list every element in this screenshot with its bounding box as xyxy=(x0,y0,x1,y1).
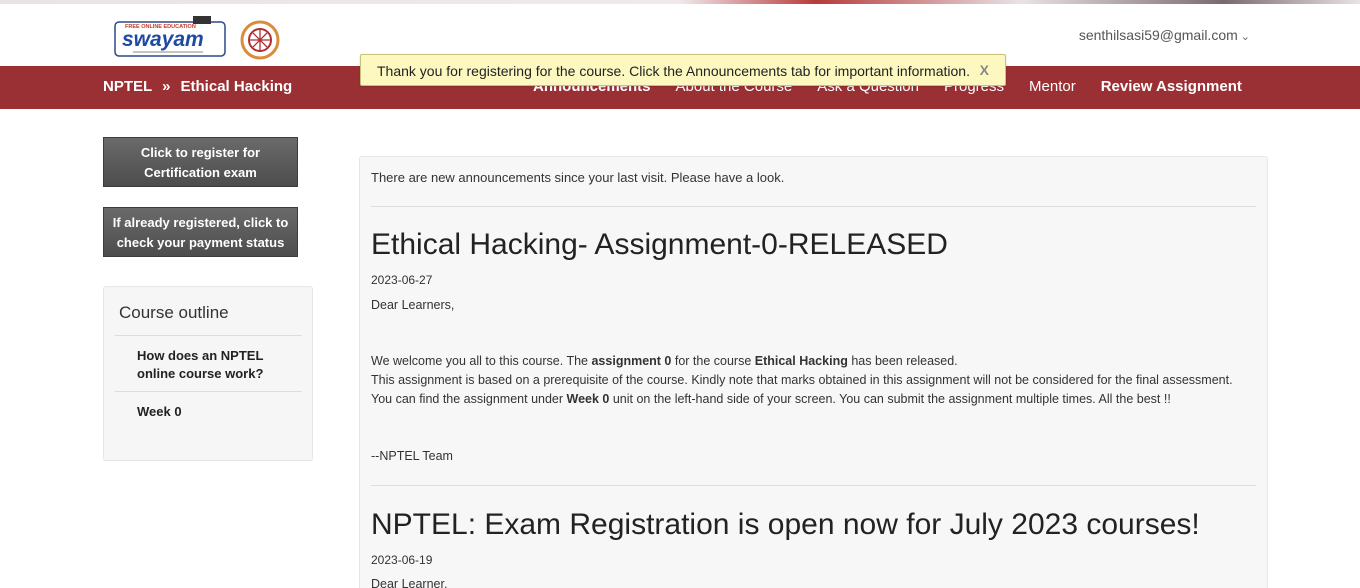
breadcrumb-root[interactable]: NPTEL xyxy=(103,78,152,95)
tab-review-assignment[interactable]: Review Assignment xyxy=(1101,78,1242,95)
breadcrumb: NPTEL » Ethical Hacking xyxy=(103,78,292,95)
announcement-date: 2023-06-19 xyxy=(371,553,433,567)
breadcrumb-separator: » xyxy=(162,78,171,95)
toast-close-button[interactable]: X xyxy=(980,62,989,78)
announcement-greeting: Dear Learner, xyxy=(371,577,448,588)
announcement-title: NPTEL: Exam Registration is open now for… xyxy=(371,508,1200,541)
swayam-logo[interactable]: FREE ONLINE EDUCATION swayam xyxy=(113,14,228,60)
announcement-body: We welcome you all to this course. The a… xyxy=(371,352,1233,409)
announcement-line-3: You can find the assignment under Week 0… xyxy=(371,392,1171,406)
chevron-down-icon: ⌄ xyxy=(1240,31,1250,43)
outline-item-week-0[interactable]: Week 0 xyxy=(137,404,182,419)
user-menu[interactable]: senthilsasi59@gmail.com ⌄ xyxy=(1079,27,1250,43)
logo-wordmark: swayam xyxy=(122,28,204,51)
course-outline-title: Course outline xyxy=(119,303,229,322)
announcement-date: 2023-06-27 xyxy=(371,273,433,287)
divider xyxy=(371,206,1256,207)
tab-mentor[interactable]: Mentor xyxy=(1029,78,1076,95)
announcement-greeting: Dear Learners, xyxy=(371,298,455,312)
divider xyxy=(371,485,1256,486)
announcement-line-1: We welcome you all to this course. The a… xyxy=(371,354,958,368)
new-announcements-notice: There are new announcements since your l… xyxy=(371,170,785,185)
divider xyxy=(115,335,302,336)
toast-message: Thank you for registering for the course… xyxy=(377,63,970,79)
user-email: senthilsasi59@gmail.com xyxy=(1078,27,1238,43)
register-certification-button[interactable]: Click to register for Certification exam xyxy=(103,137,298,187)
institution-emblem-icon xyxy=(240,20,280,60)
outline-item-how-course-works[interactable]: How does an NPTEL online course work? xyxy=(137,347,287,383)
announcement-line-2: This assignment is based on a prerequisi… xyxy=(371,373,1233,387)
divider xyxy=(115,391,302,392)
payment-status-button[interactable]: If already registered, click to check yo… xyxy=(103,207,298,257)
registration-toast: Thank you for registering for the course… xyxy=(360,54,1006,86)
announcement-signature: --NPTEL Team xyxy=(371,449,453,463)
breadcrumb-course[interactable]: Ethical Hacking xyxy=(181,78,293,95)
course-outline-panel: Course outline How does an NPTEL online … xyxy=(103,286,313,461)
announcements-panel: There are new announcements since your l… xyxy=(359,156,1268,588)
announcement-title: Ethical Hacking- Assignment-0-RELEASED xyxy=(371,228,948,261)
